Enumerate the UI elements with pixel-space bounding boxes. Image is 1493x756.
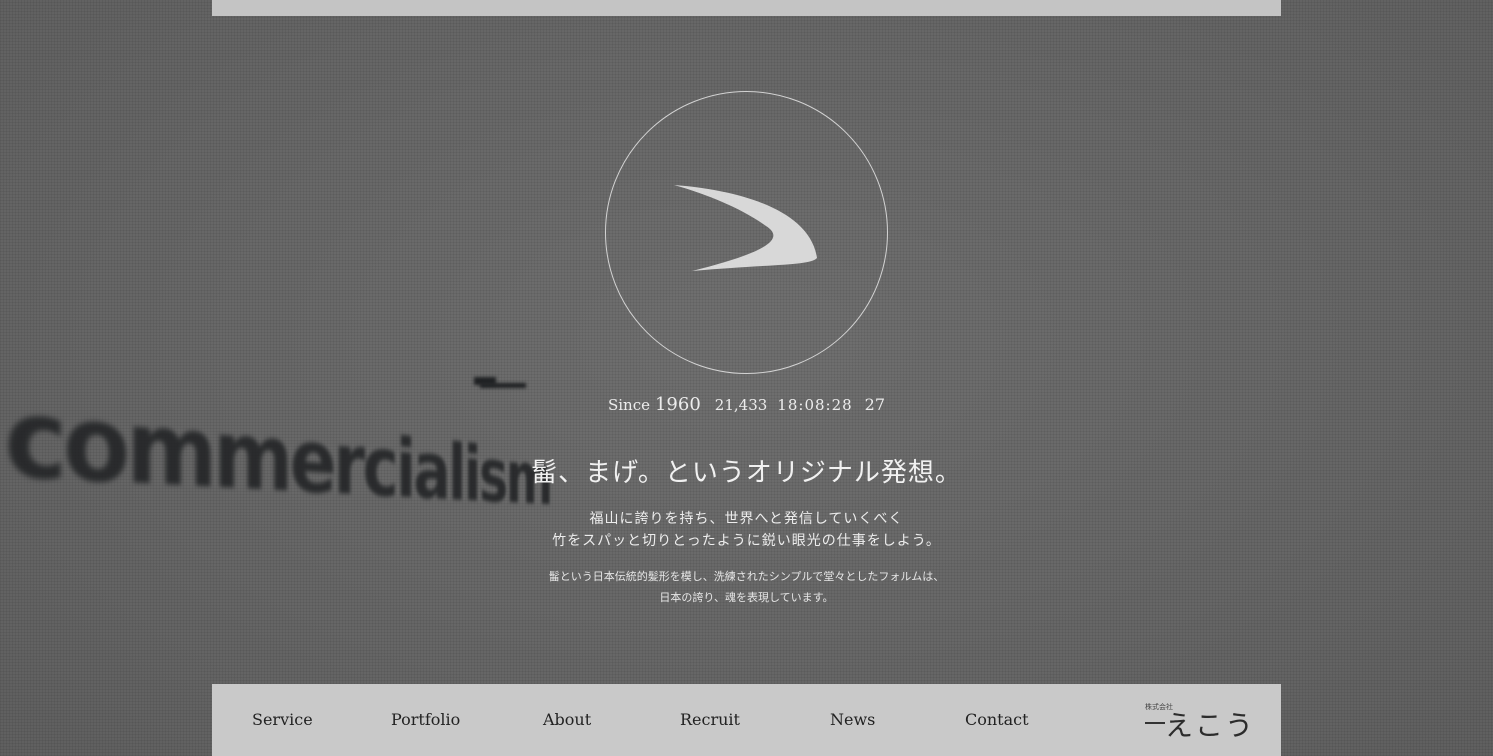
brand-logo-link[interactable]: 株式会社 えこう [1145, 702, 1253, 742]
brand-stroke [1145, 722, 1165, 724]
hero-headline: 髷、まげ。というオリジナル発想。 [531, 458, 962, 488]
counter-days: 21,433 [714, 396, 768, 414]
nav-item-recruit[interactable]: Recruit [680, 710, 740, 729]
nav-item-service[interactable]: Service [252, 710, 313, 729]
sub-line: 日本の誇り、魂を表現しています。 [659, 591, 834, 604]
mage-topknot-logo-icon [674, 185, 817, 271]
nav-item-about[interactable]: About [543, 710, 591, 729]
nav-item-contact[interactable]: Contact [965, 710, 1029, 729]
main-navigation: Service Portfolio About Recruit News Con… [212, 684, 1281, 756]
hero-sub-copy: 髷という日本伝統的髪形を模し、洗練されたシンプルで堂々としたフォルムは、 日本の… [0, 566, 1493, 608]
since-label: Since [607, 396, 650, 414]
sub-line: 髷という日本伝統的髪形を模し、洗練されたシンプルで堂々としたフォルムは、 [548, 570, 945, 583]
nav-item-news[interactable]: News [830, 710, 875, 729]
nav-item-portfolio[interactable]: Portfolio [391, 710, 460, 729]
background-sign-bracket [480, 383, 526, 388]
lead-line: 竹をスパッと切りとったように鋭い眼光の仕事をしよう。 [552, 533, 941, 549]
brand-name: えこう [1165, 709, 1256, 742]
lead-line: 福山に誇りを持ち、世界へと発信していくべく [589, 511, 904, 527]
since-year: 1960 [654, 394, 701, 415]
since-counter: Since 1960 21,433 18:08:28 27 [0, 394, 1493, 415]
top-header-strip [212, 0, 1281, 16]
hero-lead-copy: 福山に誇りを持ち、世界へと発信していくべく 竹をスパッと切りとったように鋭い眼光… [0, 508, 1493, 552]
hero-section: commercialism Since 1960 21,433 18:08:28 27 … [0, 0, 1493, 756]
counter-extra: 27 [864, 395, 886, 414]
counter-time: 18:08:28 [777, 396, 853, 414]
